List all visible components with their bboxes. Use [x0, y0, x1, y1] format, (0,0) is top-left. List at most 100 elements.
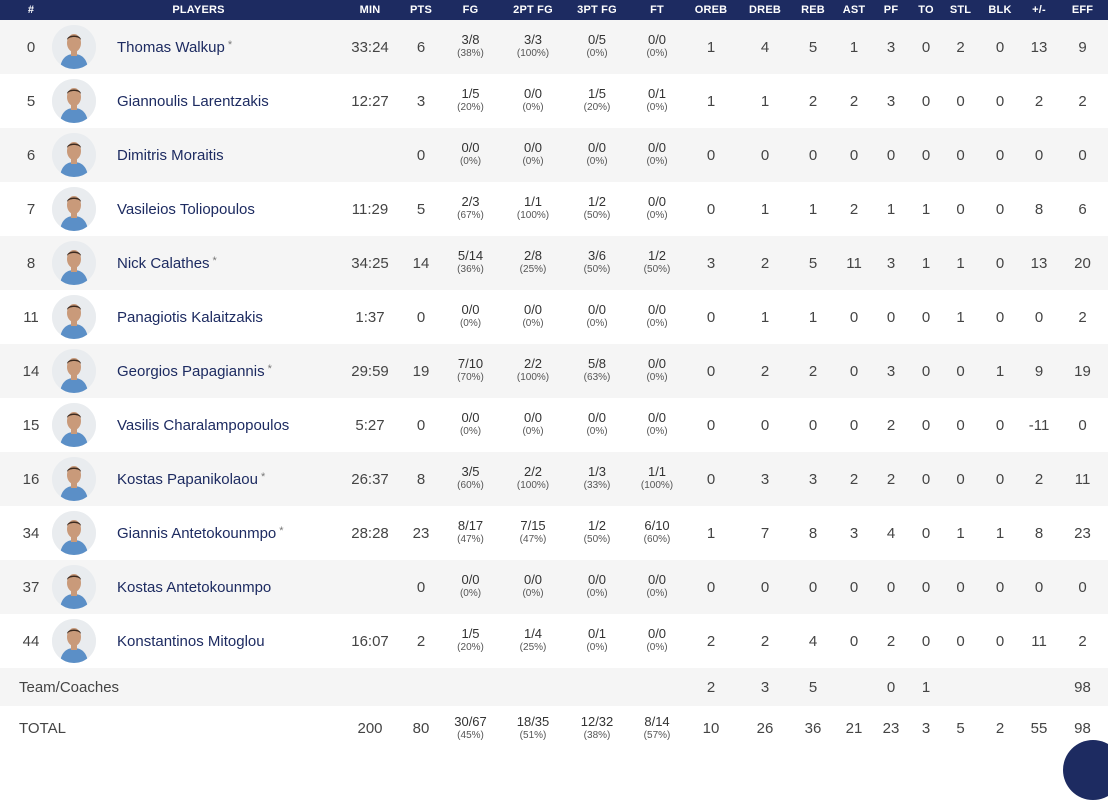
- offensive-rebounds: 0: [682, 182, 741, 236]
- header-ft[interactable]: FT: [632, 0, 683, 20]
- player-name-link[interactable]: Vasilis Charalampopoulos: [117, 417, 289, 434]
- header-2pt-fg[interactable]: 2PT FG: [504, 0, 563, 20]
- points: 3: [405, 74, 438, 128]
- player-avatar-icon: [52, 295, 96, 339]
- team-ast: [836, 668, 873, 706]
- fg-2pt-cell: 1/1 (100%): [504, 182, 563, 236]
- efficiency: 2: [1057, 290, 1108, 344]
- fg-made: 2/3: [461, 194, 480, 209]
- player-name-link[interactable]: Giannis Antetokounmpo: [117, 525, 276, 542]
- efficiency: 0: [1057, 128, 1108, 182]
- player-name-link[interactable]: Kostas Papanikolaou: [117, 471, 258, 488]
- player-name-cell: Giannis Antetokounmpo *: [105, 506, 336, 560]
- player-name-link[interactable]: Georgios Papagiannis: [117, 363, 265, 380]
- rebounds: 8: [790, 506, 837, 560]
- fg-3pt-made: 5/8: [587, 356, 607, 371]
- total-3pt-fg: 12/32 (38%): [562, 706, 633, 751]
- avatar[interactable]: [52, 511, 96, 555]
- player-name-link[interactable]: Thomas Walkup: [117, 39, 225, 56]
- player-name-link[interactable]: Giannoulis Larentzakis: [117, 93, 269, 110]
- defensive-rebounds: 2: [740, 236, 791, 290]
- avatar[interactable]: [52, 565, 96, 609]
- ft-made: 0/0: [647, 32, 667, 47]
- efficiency: 9: [1057, 20, 1108, 74]
- team-to: 1: [910, 668, 943, 706]
- player-avatar-icon: [52, 511, 96, 555]
- rebounds: 5: [790, 20, 837, 74]
- avatar[interactable]: [52, 241, 96, 285]
- fg-made: 5/14: [457, 248, 484, 263]
- header-to[interactable]: TO: [910, 0, 943, 20]
- header-stl[interactable]: STL: [942, 0, 980, 20]
- points: 19: [405, 344, 438, 398]
- minutes: 16:07: [335, 614, 406, 668]
- team-3pt-fg: [562, 668, 633, 706]
- points: 8: [405, 452, 438, 506]
- header-fg[interactable]: FG: [437, 0, 505, 20]
- avatar[interactable]: [52, 349, 96, 393]
- rebounds: 0: [790, 128, 837, 182]
- avatar[interactable]: [52, 79, 96, 123]
- player-name-link[interactable]: Kostas Antetokounmpo: [117, 579, 271, 596]
- fg-made: 7/10: [457, 356, 484, 371]
- fg-3pt-cell: 0/0 (0%): [562, 290, 633, 344]
- header-reb[interactable]: REB: [790, 0, 837, 20]
- avatar[interactable]: [52, 403, 96, 447]
- total-ft: 8/14 (57%): [632, 706, 683, 751]
- offensive-rebounds: 0: [682, 398, 741, 452]
- player-row: 5 Giannoulis Larentzakis 12:27 3 1/5 (20%) 0/0…: [0, 74, 1108, 128]
- header-players[interactable]: PLAYERS: [62, 0, 336, 20]
- header-ast[interactable]: AST: [836, 0, 873, 20]
- player-name-link[interactable]: Dimitris Moraitis: [117, 147, 224, 164]
- personal-fouls: 3: [872, 74, 911, 128]
- player-name-link[interactable]: Konstantinos Mitoglou: [117, 633, 265, 650]
- header-3pt-fg[interactable]: 3PT FG: [562, 0, 633, 20]
- minutes: 12:27: [335, 74, 406, 128]
- fg-2pt-made: 7/15: [520, 518, 546, 533]
- minutes: 26:37: [335, 452, 406, 506]
- scroll-to-top-button[interactable]: [1063, 740, 1108, 800]
- turnovers: 1: [910, 182, 943, 236]
- fg-3pt-cell: 1/2 (50%): [562, 182, 633, 236]
- fg-pct: (20%): [457, 102, 484, 113]
- offensive-rebounds: 0: [682, 560, 741, 614]
- rebounds: 4: [790, 614, 837, 668]
- avatar[interactable]: [52, 457, 96, 501]
- fg-2pt-made: 2/8: [523, 248, 543, 263]
- offensive-rebounds: 2: [682, 614, 741, 668]
- header-dreb[interactable]: DREB: [740, 0, 791, 20]
- player-name-link[interactable]: Vasileios Toliopoulos: [117, 201, 255, 218]
- ft-cell: 0/0 (0%): [632, 182, 683, 236]
- defensive-rebounds: 7: [740, 506, 791, 560]
- player-name-link[interactable]: Panagiotis Kalaitzakis: [117, 309, 263, 326]
- points: 2: [405, 614, 438, 668]
- header-pts[interactable]: PTS: [405, 0, 438, 20]
- header-pf[interactable]: PF: [872, 0, 911, 20]
- avatar[interactable]: [52, 295, 96, 339]
- header-eff[interactable]: EFF: [1057, 0, 1108, 20]
- player-avatar-icon: [52, 25, 96, 69]
- team-2pt-fg: [504, 668, 563, 706]
- header-blk[interactable]: BLK: [979, 0, 1022, 20]
- avatar[interactable]: [52, 133, 96, 177]
- defensive-rebounds: 4: [740, 20, 791, 74]
- header-min[interactable]: MIN: [335, 0, 406, 20]
- blocks: 1: [979, 506, 1022, 560]
- avatar[interactable]: [52, 25, 96, 69]
- avatar[interactable]: [52, 619, 96, 663]
- header-oreb[interactable]: OREB: [682, 0, 741, 20]
- player-name-link[interactable]: Nick Calathes: [117, 255, 210, 272]
- points: 6: [405, 20, 438, 74]
- fg-cell: 3/8 (38%): [437, 20, 505, 74]
- header-plus-minus[interactable]: +/-: [1021, 0, 1058, 20]
- avatar[interactable]: [52, 187, 96, 231]
- blocks: 0: [979, 398, 1022, 452]
- player-rows: 0 Thomas Walkup * 33:24 6 3/8 (38%) 3/3 (100%) 0/…: [0, 20, 1108, 668]
- blocks: 0: [979, 20, 1022, 74]
- fg-3pt-cell: 0/0 (0%): [562, 560, 633, 614]
- avatar-cell: [52, 74, 105, 128]
- fg-2pt-cell: 2/2 (100%): [504, 344, 563, 398]
- header-num[interactable]: #: [0, 0, 62, 20]
- fg-2pt-cell: 0/0 (0%): [504, 290, 563, 344]
- personal-fouls: 3: [872, 344, 911, 398]
